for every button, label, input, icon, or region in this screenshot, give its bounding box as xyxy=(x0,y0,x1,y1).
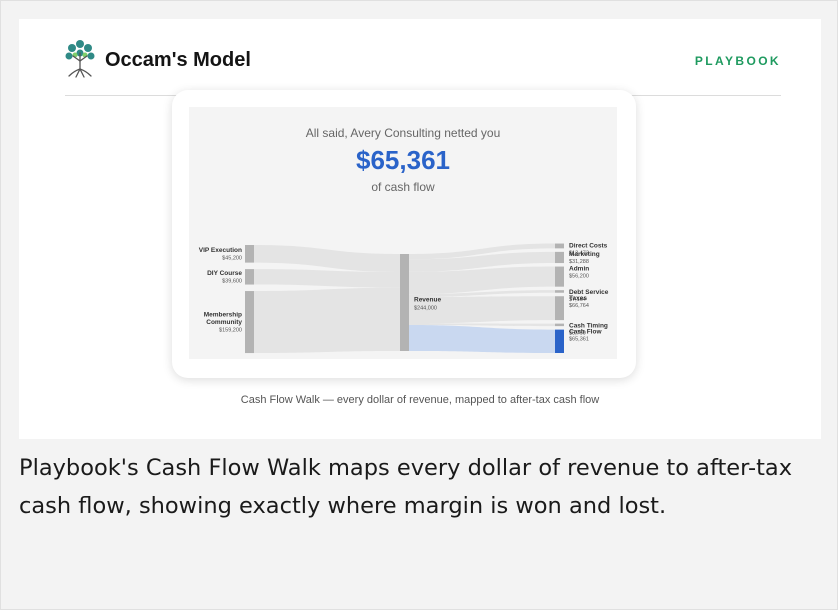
node-direct-costs xyxy=(555,243,564,249)
label-taxes: Taxes xyxy=(569,295,587,302)
node-cash-flow xyxy=(555,329,564,353)
label-revenue: Revenue xyxy=(414,297,441,304)
node-cash-timing xyxy=(555,323,564,327)
body-paragraph: Playbook's Cash Flow Walk maps every dol… xyxy=(19,455,793,519)
sankey-diagram: VIP Execution $45,200 DIY Course $39,600 Mem… xyxy=(199,243,609,354)
link-diy-course xyxy=(254,269,400,288)
playbook-nav-link[interactable]: PLAYBOOK xyxy=(695,54,781,68)
site-header: Occam's Model PLAYBOOK xyxy=(65,39,781,83)
link-cash-flow xyxy=(409,325,555,353)
brand-name[interactable]: Occam's Model xyxy=(105,49,251,72)
label-cash-flow: Cash Flow xyxy=(569,329,602,336)
figure-caption: Cash Flow Walk — every dollar of revenue… xyxy=(240,394,600,406)
value-admin: $56,200 xyxy=(569,274,589,280)
link-membership-community xyxy=(254,287,400,354)
label-diy-course: DIY Course xyxy=(207,270,242,277)
value-marketing: $31,288 xyxy=(569,259,589,265)
label-admin: Admin xyxy=(569,266,589,273)
label-vip-execution: VIP Execution xyxy=(199,247,242,254)
node-admin xyxy=(555,266,564,287)
node-vip-execution xyxy=(245,245,254,263)
page-frame: Occam's Model PLAYBOOK All said, Avery C… xyxy=(0,0,838,610)
value-diy-course: $39,600 xyxy=(222,279,242,285)
node-debt-service xyxy=(555,290,564,293)
value-revenue: $244,000 xyxy=(414,306,437,312)
cash-flow-figure: All said, Avery Consulting netted you $6… xyxy=(172,90,636,378)
value-taxes: $66,764 xyxy=(569,303,589,309)
node-taxes xyxy=(555,296,564,321)
value-cash-flow: $65,361 xyxy=(569,337,589,343)
link-vip-execution xyxy=(254,245,400,272)
label-membership-community: Membership Community xyxy=(204,312,243,327)
node-revenue xyxy=(400,254,409,351)
value-membership-community: $159,200 xyxy=(219,328,242,334)
figure-panel: All said, Avery Consulting netted you $6… xyxy=(189,107,617,359)
label-marketing: Marketing xyxy=(569,251,600,258)
node-membership-community xyxy=(245,291,254,354)
node-marketing xyxy=(555,251,564,264)
node-diy-course xyxy=(245,269,254,285)
label-direct-costs: Direct Costs xyxy=(569,243,608,250)
tree-logo-icon[interactable] xyxy=(65,39,95,79)
value-vip-execution: $45,200 xyxy=(222,256,242,262)
